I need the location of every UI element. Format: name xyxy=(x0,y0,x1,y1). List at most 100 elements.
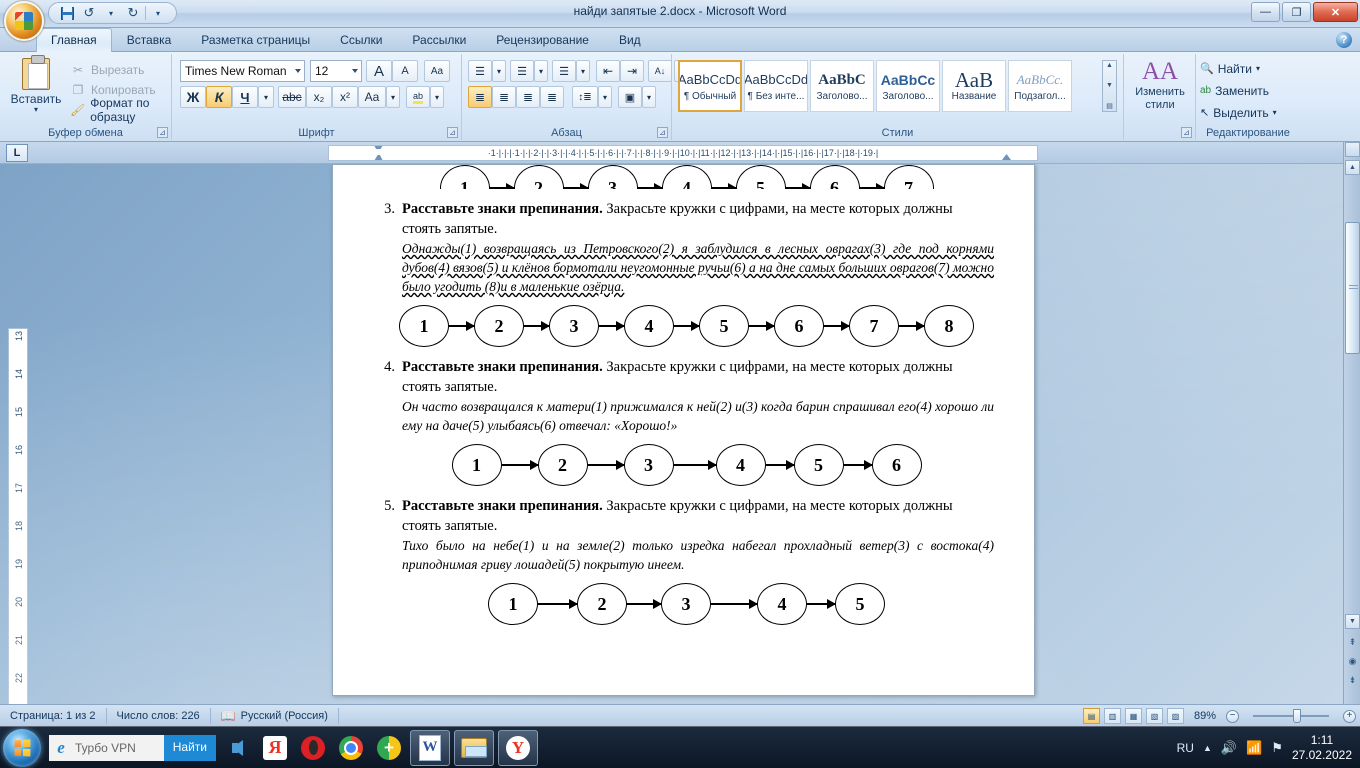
next-object-button[interactable]: ⇟ xyxy=(1345,672,1360,689)
chain-node[interactable]: 1 xyxy=(451,444,502,486)
style-normal[interactable]: AaBbCcDd ¶ Обычный xyxy=(678,60,742,112)
superscript-button[interactable]: x² xyxy=(332,86,358,108)
view-full-screen-button[interactable]: ▥ xyxy=(1103,708,1121,724)
increase-indent-button[interactable]: ⇥ xyxy=(620,60,644,82)
shading-dropdown[interactable]: ▾ xyxy=(642,86,656,108)
multilevel-list-button[interactable]: ☰ xyxy=(552,60,576,82)
bullets-dropdown[interactable]: ▾ xyxy=(492,60,506,82)
italic-button[interactable]: К xyxy=(206,86,232,108)
left-indent-marker[interactable] xyxy=(374,146,383,160)
change-styles-dialog-launcher[interactable]: ⊿ xyxy=(1181,127,1192,138)
yandex-taskbar-icon[interactable]: Я xyxy=(258,729,292,767)
yandex-browser-taskbar-icon[interactable]: Y xyxy=(498,729,538,766)
style-subtitle[interactable]: AaBbCc. Подзагол... xyxy=(1008,60,1072,112)
chain-node[interactable]: 4 xyxy=(757,583,807,625)
highlight-button[interactable]: ab xyxy=(406,86,430,108)
clipboard-dialog-launcher[interactable]: ⊿ xyxy=(157,127,168,138)
format-painter-button[interactable]: 🖌 Формат по образцу xyxy=(70,96,171,124)
explorer-taskbar-icon[interactable] xyxy=(454,729,494,766)
shrink-font-button[interactable]: A xyxy=(392,60,418,82)
chain-node[interactable]: 2 xyxy=(474,305,524,347)
tab-page-layout[interactable]: Разметка страницы xyxy=(186,28,325,52)
sort-button[interactable]: А↓ xyxy=(648,60,672,82)
style-heading-1[interactable]: AaBbC Заголово... xyxy=(810,60,874,112)
chain-node[interactable]: 3 xyxy=(549,305,599,347)
bold-button[interactable]: Ж xyxy=(180,86,206,108)
word-taskbar-icon[interactable]: W xyxy=(410,729,450,766)
right-indent-marker[interactable] xyxy=(1002,154,1011,160)
styles-gallery-scroll[interactable]: ▲ ▼ ▤ xyxy=(1102,60,1117,112)
zoom-knob[interactable] xyxy=(1293,709,1301,723)
show-hidden-icons-button[interactable]: ▲ xyxy=(1203,743,1212,753)
clear-formatting-button[interactable]: Aa xyxy=(424,60,450,82)
numbering-button[interactable]: ☰ xyxy=(510,60,534,82)
status-page[interactable]: Страница: 1 из 2 xyxy=(0,707,107,724)
align-center-button[interactable]: ≣ xyxy=(492,86,516,108)
chain-node[interactable]: 2 xyxy=(577,583,627,625)
style-no-spacing[interactable]: AaBbCcDd ¶ Без инте... xyxy=(744,60,808,112)
chain-node[interactable]: 1 xyxy=(488,583,538,625)
clock[interactable]: 1:11 27.02.2022 xyxy=(1292,733,1352,763)
close-button[interactable]: ✕ xyxy=(1313,2,1358,22)
scroll-down-button[interactable]: ▼ xyxy=(1345,614,1360,629)
language-indicator[interactable]: RU xyxy=(1177,741,1194,755)
select-browse-object-button[interactable]: ◉ xyxy=(1345,653,1360,670)
status-language[interactable]: 📖 Русский (Россия) xyxy=(211,707,339,724)
office-button[interactable] xyxy=(4,1,44,41)
line-spacing-dropdown[interactable]: ▾ xyxy=(598,86,612,108)
tab-stop-selector[interactable]: L xyxy=(6,144,28,162)
volume-tray-icon[interactable]: 🔊 xyxy=(1221,740,1237,756)
horizontal-ruler[interactable]: ·1·|·|·|·1·|·|·2·|·|·3·|·|·4·|·|·5·|·|·6… xyxy=(328,145,1038,161)
underline-dropdown[interactable]: ▾ xyxy=(258,86,274,108)
chain-node[interactable]: 1 xyxy=(399,305,449,347)
line-spacing-button[interactable]: ↕≣ xyxy=(572,86,598,108)
minimize-button[interactable]: — xyxy=(1251,2,1280,22)
status-word-count[interactable]: Число слов: 226 xyxy=(107,707,211,724)
chain-node[interactable]: 5 xyxy=(835,583,885,625)
chain-node[interactable]: 4 xyxy=(624,305,674,347)
chain-node[interactable]: 1 xyxy=(439,165,490,189)
strikethrough-button[interactable]: abc xyxy=(278,86,306,108)
shading-button[interactable]: ▣ xyxy=(618,86,642,108)
chain-node[interactable]: 6 xyxy=(774,305,824,347)
chain-node[interactable]: 5 xyxy=(793,444,844,486)
tab-view[interactable]: Вид xyxy=(604,28,656,52)
document-page[interactable]: 1 2 3 4 5 6 7 3. Расставьте знаки препин… xyxy=(332,164,1035,696)
grow-font-button[interactable]: A xyxy=(366,60,392,82)
cut-button[interactable]: ✂ Вырезать xyxy=(70,60,144,79)
align-right-button[interactable]: ≣ xyxy=(516,86,540,108)
vpn-find-button[interactable]: Найти xyxy=(163,734,216,761)
chain-node[interactable]: 6 xyxy=(809,165,860,189)
chain-node[interactable]: 5 xyxy=(735,165,786,189)
previous-object-button[interactable]: ⇞ xyxy=(1345,634,1360,651)
chain-node[interactable]: 4 xyxy=(661,165,712,189)
opera-taskbar-icon[interactable] xyxy=(296,729,330,767)
split-window-handle[interactable] xyxy=(1345,142,1360,157)
numbering-dropdown[interactable]: ▾ xyxy=(534,60,548,82)
scrollbar-thumb[interactable] xyxy=(1345,222,1360,354)
tab-mailings[interactable]: Рассылки xyxy=(397,28,481,52)
tab-references[interactable]: Ссылки xyxy=(325,28,397,52)
justify-button[interactable]: ≣ xyxy=(540,86,564,108)
chain-node[interactable]: 6 xyxy=(871,444,922,486)
network-tray-icon[interactable]: 📶 xyxy=(1246,740,1262,756)
font-dialog-launcher[interactable]: ⊿ xyxy=(447,127,458,138)
view-web-layout-button[interactable]: ▦ xyxy=(1124,708,1142,724)
zoom-in-button[interactable]: + xyxy=(1343,709,1356,723)
vertical-ruler[interactable]: 13 14 15 16 17 18 19 20 21 22 23 24 25 2… xyxy=(8,328,28,704)
styles-more-icon[interactable]: ▤ xyxy=(1106,102,1113,110)
chain-node[interactable]: 8 xyxy=(924,305,974,347)
change-case-button[interactable]: Aa xyxy=(358,86,386,108)
bullets-button[interactable]: ☰ xyxy=(468,60,492,82)
change-styles-button[interactable]: AA Изменить стили xyxy=(1126,58,1194,120)
scroll-down-icon[interactable]: ▼ xyxy=(1106,82,1113,89)
action-center-icon[interactable]: ⚑ xyxy=(1271,740,1283,756)
view-outline-button[interactable]: ▧ xyxy=(1145,708,1163,724)
decrease-indent-button[interactable]: ⇤ xyxy=(596,60,620,82)
replace-button[interactable]: ab Заменить xyxy=(1200,80,1269,101)
paste-button[interactable]: Вставить ▾ xyxy=(8,55,64,120)
align-left-button[interactable]: ≣ xyxy=(468,86,492,108)
chain-node[interactable]: 2 xyxy=(513,165,564,189)
view-print-layout-button[interactable]: ▤ xyxy=(1082,708,1100,724)
turbo-vpn-search-box[interactable]: e Турбо VPN Найти xyxy=(49,734,216,761)
